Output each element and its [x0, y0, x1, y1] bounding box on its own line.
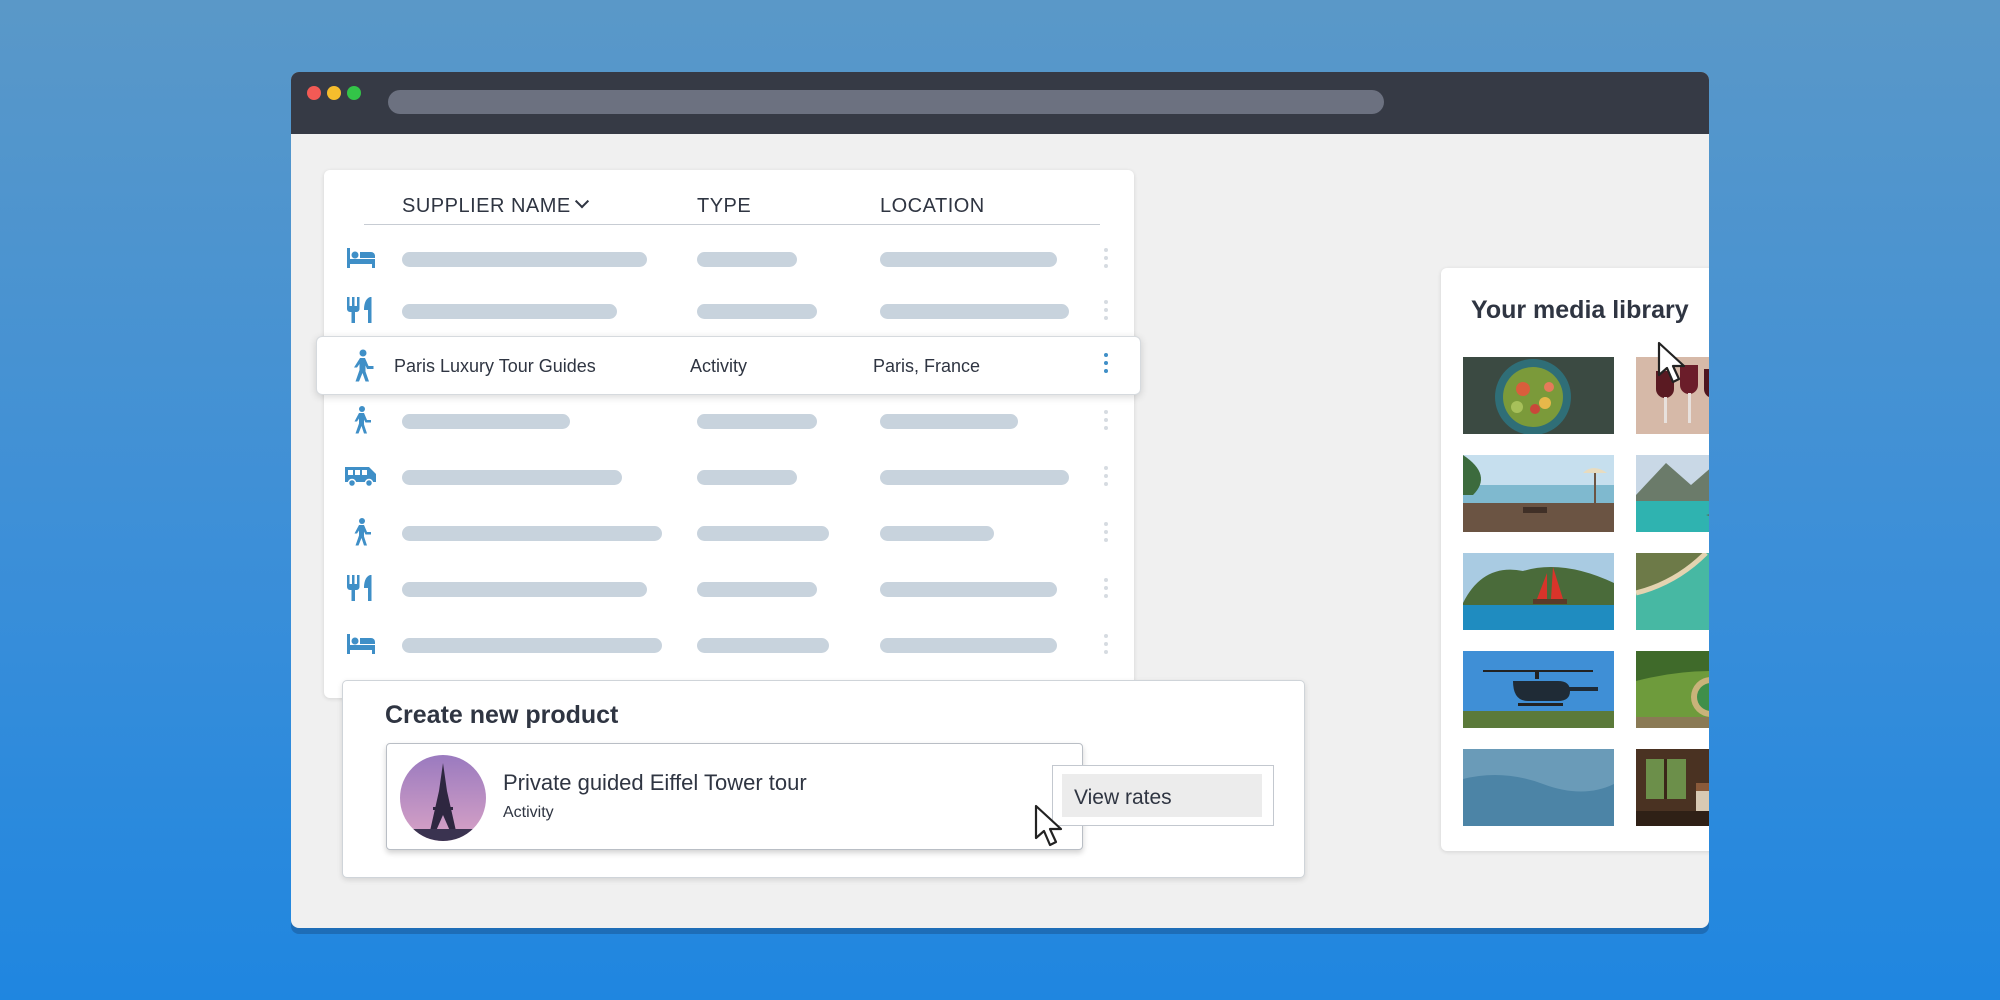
- table-row-selected[interactable]: Paris Luxury Tour Guides Activity Paris,…: [316, 336, 1141, 395]
- table-row[interactable]: [324, 236, 1134, 280]
- table-row[interactable]: [324, 566, 1134, 610]
- create-product-title: Create new product: [385, 701, 619, 729]
- create-product-panel: Create new product Private guided Eiffel…: [342, 680, 1305, 878]
- maximize-window-button[interactable]: [347, 86, 361, 100]
- type-placeholder: [697, 526, 829, 541]
- walking-person-icon: [354, 406, 371, 434]
- location-placeholder: [880, 414, 1018, 429]
- media-thumbnail-hotel-room[interactable]: [1636, 749, 1709, 826]
- media-thumbnail-sailboat-cliffs[interactable]: [1463, 553, 1614, 630]
- bed-icon: [347, 248, 375, 268]
- column-header-supplier-name[interactable]: SUPPLIER NAME: [402, 194, 589, 218]
- type-placeholder: [697, 470, 797, 485]
- table-row[interactable]: [324, 454, 1134, 498]
- product-name: Private guided Eiffel Tower tour: [503, 770, 807, 795]
- fork-knife-icon: [347, 297, 372, 323]
- type-placeholder: [697, 638, 829, 653]
- supplier-table: SUPPLIER NAME TYPE LOCATION: [324, 170, 1134, 698]
- header-divider: [364, 224, 1100, 225]
- type-placeholder: [697, 252, 797, 267]
- row-menu-icon[interactable]: [1104, 522, 1110, 546]
- location-cell: Paris, France: [873, 356, 981, 376]
- supplier-name-placeholder: [402, 470, 622, 485]
- supplier-name-cell: Paris Luxury Tour Guides: [394, 356, 596, 376]
- table-row[interactable]: [324, 398, 1134, 442]
- bed-icon: [347, 634, 375, 654]
- location-placeholder: [880, 638, 1057, 653]
- browser-window: SUPPLIER NAME TYPE LOCATION Your media l…: [291, 72, 1709, 928]
- walking-person-icon: [354, 349, 374, 382]
- location-placeholder: [880, 252, 1057, 267]
- row-menu-icon[interactable]: [1104, 300, 1110, 324]
- supplier-name-placeholder: [402, 582, 647, 597]
- location-placeholder: [880, 526, 994, 541]
- chevron-down-icon[interactable]: [574, 194, 589, 209]
- product-card[interactable]: Private guided Eiffel Tower tour Activit…: [386, 743, 1083, 850]
- media-library-title: Your media library: [1471, 296, 1689, 324]
- type-placeholder: [697, 582, 817, 597]
- type-placeholder: [697, 414, 817, 429]
- type-cell: Activity: [690, 356, 748, 376]
- bus-icon: [345, 467, 376, 488]
- browser-title-bar: [291, 72, 1709, 134]
- table-row[interactable]: [324, 510, 1134, 554]
- type-placeholder: [697, 304, 817, 319]
- media-thumbnail-blue-water[interactable]: [1463, 749, 1614, 826]
- media-thumbnail-beach-cove[interactable]: [1636, 553, 1709, 630]
- location-placeholder: [880, 470, 1069, 485]
- table-row[interactable]: [324, 622, 1134, 666]
- table-row[interactable]: [324, 288, 1134, 332]
- media-thumbnail-hobbit-hole[interactable]: [1636, 651, 1709, 728]
- location-placeholder: [880, 304, 1069, 319]
- rates-popup: View rates: [1052, 765, 1274, 826]
- supplier-name-placeholder: [402, 414, 570, 429]
- row-menu-icon[interactable]: [1104, 466, 1110, 490]
- row-menu-icon[interactable]: [1104, 578, 1110, 602]
- close-window-button[interactable]: [307, 86, 321, 100]
- column-header-type[interactable]: TYPE: [697, 195, 751, 218]
- product-avatar: [400, 755, 486, 841]
- column-header-label: SUPPLIER NAME: [402, 195, 571, 217]
- address-bar[interactable]: [388, 90, 1384, 114]
- row-menu-icon[interactable]: [1104, 353, 1110, 377]
- fork-knife-icon: [347, 575, 372, 601]
- product-type: Activity: [503, 804, 554, 821]
- walking-person-icon: [354, 518, 371, 546]
- view-rates-button[interactable]: View rates: [1062, 774, 1262, 817]
- supplier-name-placeholder: [402, 252, 647, 267]
- supplier-name-placeholder: [402, 304, 617, 319]
- media-thumbnail-mountain-lake[interactable]: [1636, 455, 1709, 532]
- mouse-cursor-icon: [1034, 804, 1063, 847]
- media-thumbnail-pool-deck[interactable]: [1463, 455, 1614, 532]
- location-placeholder: [880, 582, 1057, 597]
- column-header-location[interactable]: LOCATION: [880, 195, 985, 218]
- supplier-name-placeholder: [402, 526, 662, 541]
- row-menu-icon[interactable]: [1104, 634, 1110, 658]
- row-menu-icon[interactable]: [1104, 248, 1110, 272]
- minimize-window-button[interactable]: [327, 86, 341, 100]
- media-thumbnail-salad[interactable]: [1463, 357, 1614, 434]
- row-menu-icon[interactable]: [1104, 410, 1110, 434]
- mouse-cursor-icon: [1657, 341, 1686, 384]
- media-thumbnail-helicopter[interactable]: [1463, 651, 1614, 728]
- supplier-name-placeholder: [402, 638, 662, 653]
